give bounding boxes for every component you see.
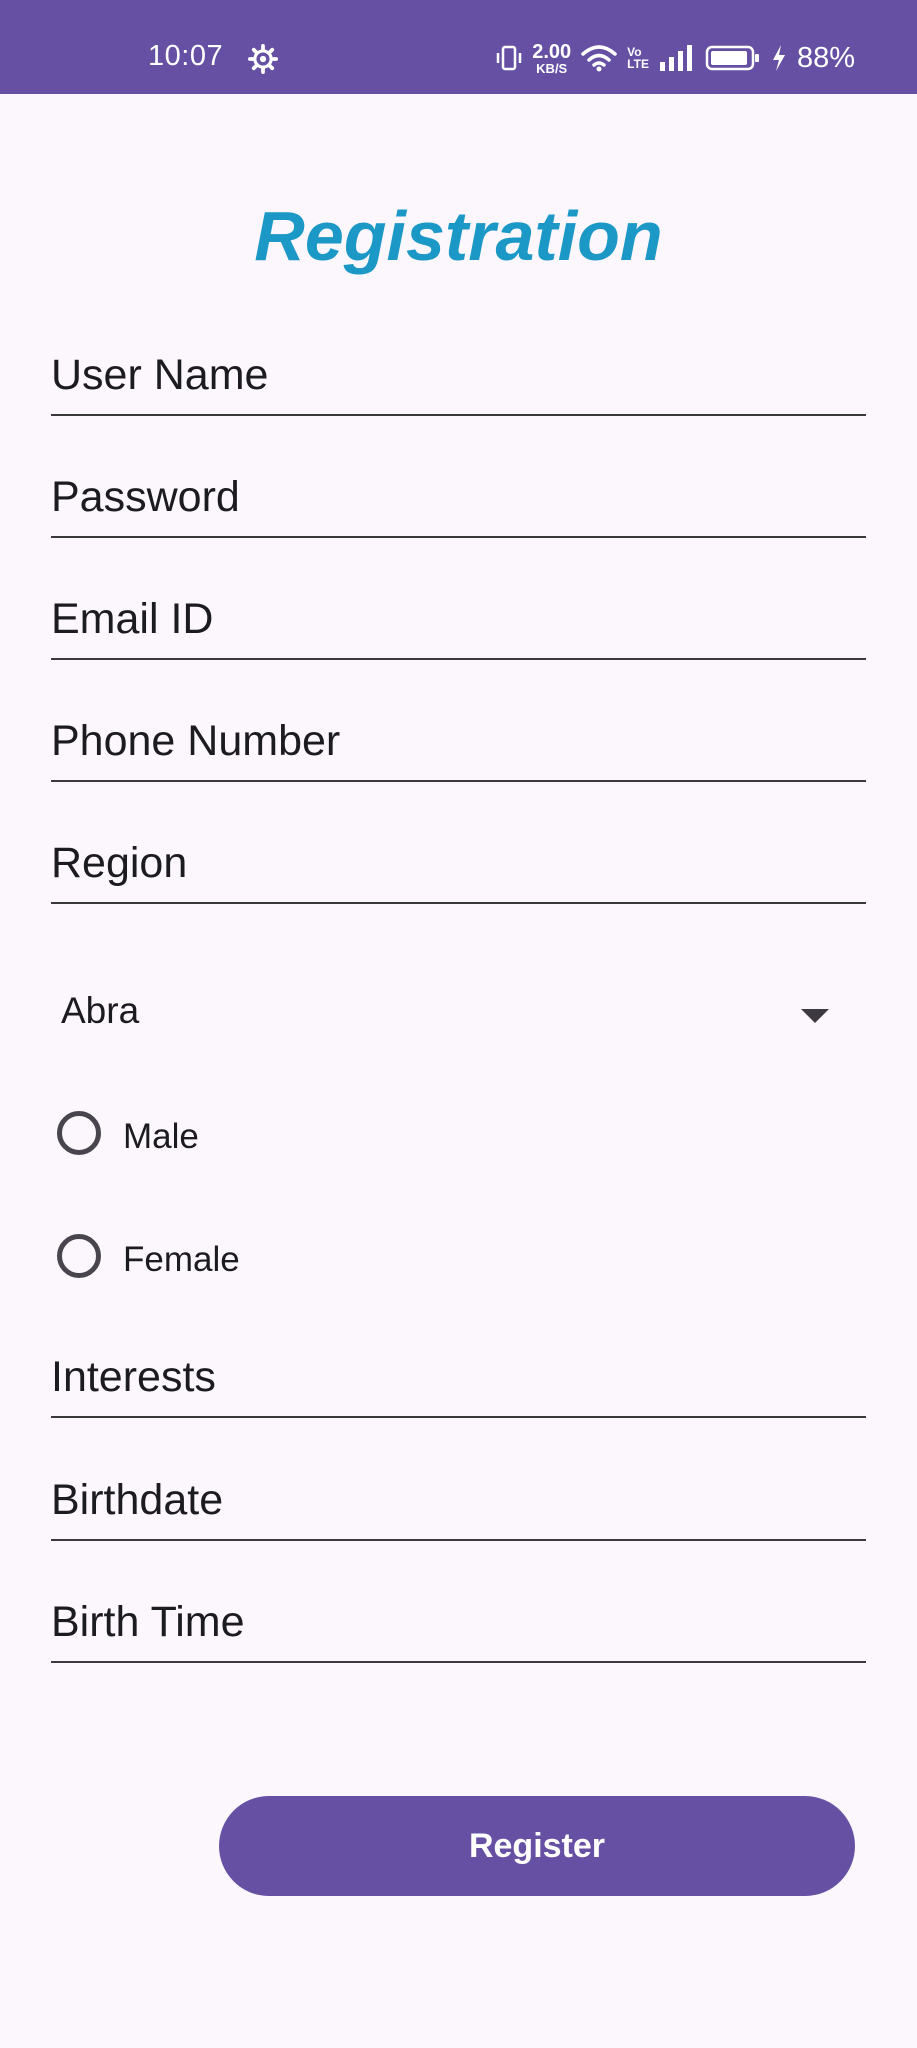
interests-hint: Interests	[51, 1353, 216, 1401]
male-radio[interactable]: Male	[55, 1105, 455, 1165]
interests-field[interactable]: Interests	[51, 1336, 866, 1418]
birthdate-field[interactable]: Birthdate	[51, 1459, 866, 1541]
region-field[interactable]: Region	[51, 822, 866, 904]
wifi-icon	[581, 45, 617, 72]
password-field[interactable]: Password	[51, 456, 866, 538]
dropdown-arrow-icon	[801, 1009, 829, 1023]
vibrate-icon	[496, 45, 522, 71]
region-spinner[interactable]: Abra	[51, 980, 866, 1050]
male-label: Male	[123, 1117, 199, 1156]
birth-time-hint: Birth Time	[51, 1598, 245, 1646]
status-icons: 2.00 KB/S Vo LTE 88%	[496, 38, 855, 78]
status-time: 10:07	[148, 40, 224, 72]
birthdate-hint: Birthdate	[51, 1476, 224, 1524]
battery-icon	[705, 45, 759, 71]
page-title: Registration	[254, 197, 663, 275]
radio-circle-icon	[57, 1111, 101, 1155]
signal-icon	[659, 45, 692, 71]
female-radio[interactable]: Female	[55, 1228, 455, 1288]
status-bar: 10:07 2.00 KB/S Vo LTE 88%	[0, 0, 917, 94]
email-field[interactable]: Email ID	[51, 578, 866, 660]
region-hint: Region	[51, 839, 188, 887]
phone-field[interactable]: Phone Number	[51, 700, 866, 782]
password-hint: Password	[51, 473, 240, 521]
email-hint: Email ID	[51, 595, 214, 643]
battery-percent: 88%	[796, 41, 855, 74]
radio-circle-icon	[57, 1234, 101, 1278]
gear-icon	[248, 44, 278, 74]
phone-hint: Phone Number	[51, 717, 341, 765]
volte-indicator: Vo LTE	[627, 45, 649, 71]
network-speed: 2.00 KB/S	[532, 40, 572, 76]
female-label: Female	[123, 1240, 240, 1279]
user-name-field[interactable]: User Name	[51, 334, 866, 416]
register-button[interactable]: Register	[219, 1796, 855, 1896]
birth-time-field[interactable]: Birth Time	[51, 1581, 866, 1663]
spinner-selected-value: Abra	[61, 990, 140, 1031]
user-name-hint: User Name	[51, 351, 269, 399]
charging-bolt-icon	[772, 45, 785, 71]
